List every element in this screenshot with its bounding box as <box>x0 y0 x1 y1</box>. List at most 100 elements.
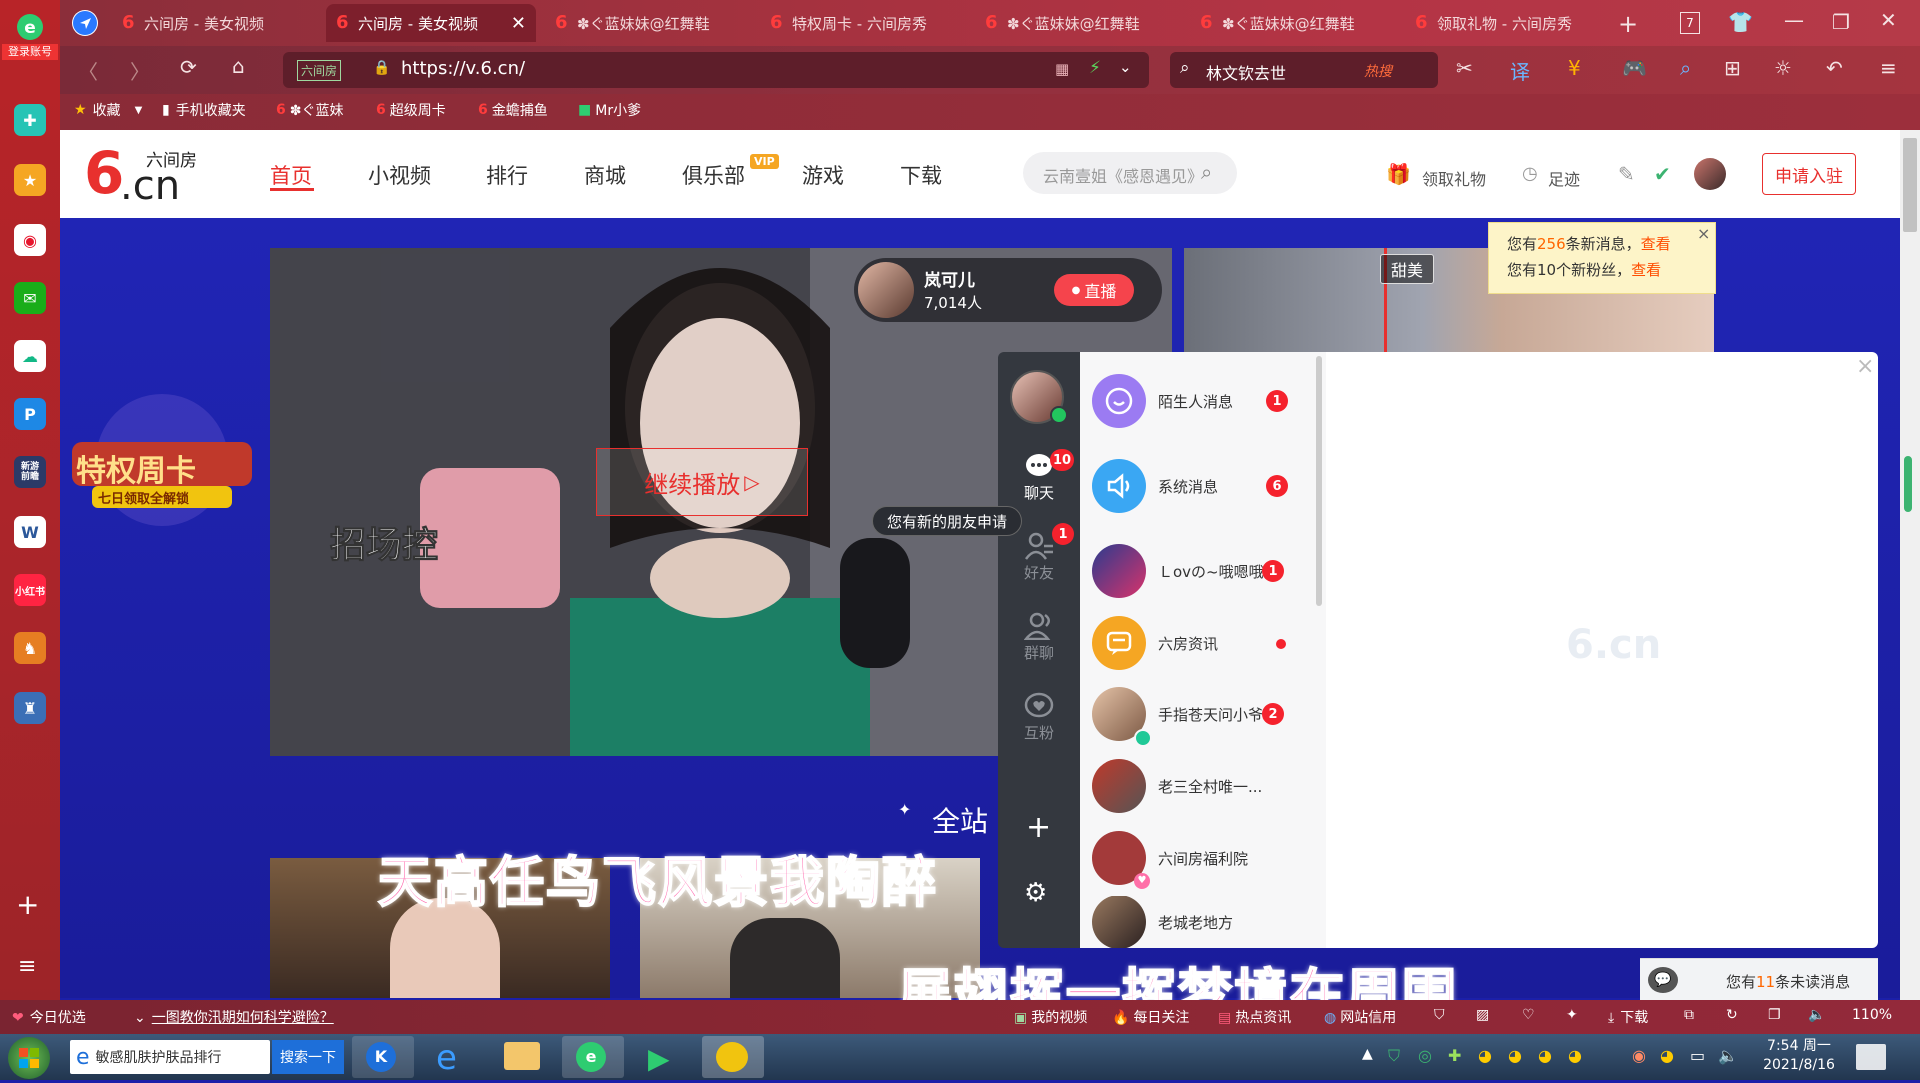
undo-icon[interactable]: ↶ <box>1826 56 1843 80</box>
daily-follow-link[interactable]: 🔥 每日关注 <box>1112 1007 1189 1027</box>
nav-ranking[interactable]: 排行 <box>486 160 528 190</box>
unread-message-bar[interactable]: 💬 您有11条未读消息 <box>1640 958 1878 1001</box>
menu-lines-icon[interactable]: ≡ <box>1880 56 1897 80</box>
network-icon[interactable]: ⧉ <box>1684 1007 1694 1023</box>
address-bar[interactable]: 六间房 🔒 https://v.6.cn/ ▦ ⚡ ⌄ <box>283 52 1149 88</box>
site-search[interactable]: 云南壹姐《感恩遇见》 ⌕ <box>1023 152 1237 194</box>
nav-home[interactable]: 首页 <box>270 160 312 190</box>
view-messages-link[interactable]: 查看 <box>1641 235 1671 253</box>
url-text[interactable]: https://v.6.cn/ <box>401 58 525 79</box>
heartbeat-icon[interactable]: ♡ <box>1522 1007 1535 1023</box>
browser-logo-icon[interactable]: e <box>6 12 54 44</box>
qq-icon-3[interactable]: ◕ <box>1538 1046 1552 1065</box>
star-favorites-icon[interactable]: ★ <box>14 164 46 196</box>
tray-shield-icon[interactable]: ⛉ <box>1388 1046 1400 1066</box>
close-panel-icon[interactable]: × <box>1856 354 1874 379</box>
window-icon[interactable]: ❐ <box>1768 1007 1781 1023</box>
login-account-label[interactable]: 登录账号 <box>2 44 58 60</box>
settings-gear-icon[interactable]: ⚙ <box>1024 878 1047 908</box>
start-button[interactable] <box>8 1037 50 1079</box>
conversation-welfare[interactable]: ♥ 六间房福利院 <box>1080 823 1326 893</box>
bookmark-3[interactable]: 6 ✽ぐ蓝妹 <box>276 100 343 120</box>
search-icon[interactable]: ⌕ <box>1201 160 1212 184</box>
game-news-icon[interactable]: 新游 前瞻 <box>14 456 46 488</box>
taskbar-app-k[interactable]: K <box>352 1036 414 1078</box>
shirt-skin-icon[interactable]: 👕 <box>1728 10 1753 34</box>
tray-plus-icon[interactable]: ✚ <box>1448 1046 1461 1065</box>
qq-icon-2[interactable]: ◕ <box>1508 1046 1522 1065</box>
footprint-link[interactable]: 足迹 <box>1548 166 1580 190</box>
conversation-user-4[interactable]: 老城老地方 <box>1080 896 1326 948</box>
new-tab-button[interactable]: + <box>1618 10 1638 38</box>
cloud-icon[interactable]: ☁ <box>14 340 46 372</box>
host-info-card[interactable]: 岚可儿 7,014人 ● 直播 <box>854 258 1162 322</box>
tab-5[interactable]: 6 ✽ぐ蓝妹妹@红舞鞋 <box>975 4 1185 42</box>
xiaohongshu-icon[interactable]: 小红书 <box>14 574 46 606</box>
continue-play-button[interactable]: 继续播放 ▷ <box>596 448 808 516</box>
notification-center-icon[interactable] <box>1856 1044 1886 1070</box>
taskbar-search-field[interactable]: e 敏感肌肤护肤品排行 <box>70 1040 270 1074</box>
side-slider-thumb[interactable] <box>1904 456 1912 512</box>
minimize-icon[interactable]: — <box>1784 8 1804 32</box>
image-icon[interactable]: ▨ <box>1476 1007 1489 1023</box>
browser-search[interactable]: ⌕ 林文钦去世 热搜 <box>1170 52 1438 88</box>
gift-link[interactable]: 领取礼物 <box>1422 166 1486 190</box>
conversation-news[interactable]: 六房资讯 <box>1080 608 1326 678</box>
site-logo[interactable]: 6 .cn 六间房 <box>84 142 214 208</box>
view-fans-link[interactable]: 查看 <box>1631 261 1661 279</box>
taskbar-app-browser[interactable]: e <box>562 1036 624 1078</box>
search-input[interactable]: 林文钦去世 <box>1206 60 1286 84</box>
nav-short-video[interactable]: 小视频 <box>368 160 431 190</box>
word-doc-icon[interactable]: W <box>14 516 46 548</box>
zoom-level[interactable]: 110% <box>1852 1007 1892 1023</box>
hot-search-label[interactable]: 热搜 <box>1364 61 1392 81</box>
taskbar-app-game[interactable] <box>702 1036 764 1078</box>
tray-app-icon-2[interactable]: ◕ <box>1660 1046 1674 1065</box>
qq-icon-4[interactable]: ◕ <box>1568 1046 1582 1065</box>
bookmark-4[interactable]: 6 超级周卡 <box>376 100 446 120</box>
mail-icon[interactable]: ✉ <box>14 282 46 314</box>
tray-display-icon[interactable]: ▭ <box>1690 1046 1705 1065</box>
add-icon[interactable]: + <box>1026 810 1051 845</box>
weekly-card-banner[interactable]: 特权周卡 七日领取全解锁 <box>62 390 262 540</box>
menu-icon[interactable]: ≡ <box>18 954 36 979</box>
grid-apps-icon[interactable]: ⊞ <box>1724 56 1741 80</box>
wrench-icon[interactable]: ✦ <box>1566 1007 1578 1023</box>
conversation-user-1[interactable]: Ｌovの~哦嗯哦 1 <box>1080 536 1326 606</box>
my-video-link[interactable]: ▣ 我的视频 <box>1014 1007 1087 1027</box>
user-avatar[interactable] <box>1694 158 1726 190</box>
group-chat-tab[interactable]: 群聊 <box>998 612 1080 663</box>
conversation-stranger[interactable]: 陌生人消息 1 <box>1080 366 1326 436</box>
tray-app-icon[interactable]: ◉ <box>1632 1046 1646 1065</box>
volume-icon[interactable]: 🔈 <box>1808 1007 1825 1023</box>
nav-download[interactable]: 下载 <box>900 160 942 190</box>
bookmark-mobile[interactable]: ▮ 手机收藏夹 <box>162 100 246 120</box>
taskbar-app-folder[interactable] <box>492 1036 554 1078</box>
scroll-thumb[interactable] <box>1903 138 1917 232</box>
game2-icon[interactable]: ♜ <box>14 692 46 724</box>
history-icon[interactable]: ↻ <box>1726 1007 1738 1023</box>
tray-volume-icon[interactable]: 🔈 <box>1718 1046 1738 1065</box>
friend-request-tooltip[interactable]: 您有新的朋友申请 <box>872 506 1023 536</box>
nav-mall[interactable]: 商城 <box>584 160 626 190</box>
bookmark-favorites[interactable]: ★ 收藏 ▼ <box>74 100 142 120</box>
tab-4[interactable]: 6 特权周卡 - 六间房秀 <box>760 4 970 42</box>
qq-icon[interactable]: ◕ <box>1478 1046 1492 1065</box>
conversation-user-2[interactable]: 手指苍天问小爷 2 <box>1080 679 1326 749</box>
tab-1[interactable]: 6 六间房 - 美女视频 <box>112 4 322 42</box>
translate-icon[interactable]: 译 <box>1510 56 1530 85</box>
taskbar-search-button[interactable]: 搜索一下 <box>272 1040 344 1074</box>
p-icon[interactable]: P <box>14 398 46 430</box>
clock[interactable]: 7:54 周一 2021/8/16 <box>1756 1037 1842 1075</box>
site-credit-link[interactable]: ◍ 网站信用 <box>1324 1007 1396 1027</box>
refresh-icon[interactable]: ⟳ <box>180 55 197 79</box>
close-notification-icon[interactable]: × <box>1697 221 1710 247</box>
shield-icon[interactable]: ⛉ <box>1434 1007 1445 1023</box>
host-avatar[interactable] <box>858 262 914 318</box>
green-plus-icon[interactable]: ✚ <box>14 104 46 136</box>
nav-club[interactable]: 俱乐部 <box>682 160 745 190</box>
bookmark-6[interactable]: ■ Mr小爹 <box>578 100 641 120</box>
conversation-user-3[interactable]: 老三全村唯一... <box>1080 751 1326 821</box>
nav-game[interactable]: 游戏 <box>802 160 844 190</box>
qr-icon[interactable]: ▦ <box>1055 60 1069 78</box>
